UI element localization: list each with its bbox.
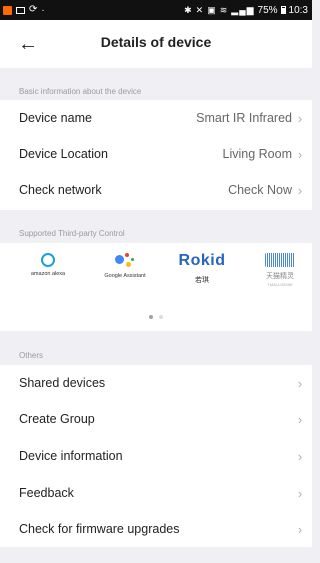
google-assistant-logo-icon bbox=[114, 251, 136, 269]
alexa-logo-icon bbox=[41, 253, 55, 267]
app-notification-icon bbox=[3, 5, 12, 15]
chevron-right-icon: › bbox=[297, 411, 303, 427]
chevron-right-icon: › bbox=[297, 110, 303, 126]
create-group-label: Create Group bbox=[19, 412, 95, 426]
others-group: Shared devices › Create Group › Device i… bbox=[0, 365, 312, 547]
status-bar-right: ✱ ✕ ▣ ≋ ▂▄▆ 75% 10:3 bbox=[184, 5, 308, 16]
check-network-value: Check Now bbox=[228, 183, 292, 197]
dot-icon: · bbox=[41, 4, 45, 16]
third-party-group: amazon alexa Google Assistant Rokid 若琪 天… bbox=[0, 243, 312, 331]
brand-alexa-caption: amazon alexa bbox=[30, 271, 66, 277]
brand-carousel[interactable]: amazon alexa Google Assistant Rokid 若琪 天… bbox=[0, 243, 312, 307]
brand-rokid[interactable]: Rokid 若琪 bbox=[167, 251, 237, 285]
brand-alexa[interactable]: amazon alexa bbox=[13, 251, 83, 277]
pager-dot-active bbox=[149, 315, 153, 319]
wifi-icon: ≋ bbox=[219, 4, 229, 15]
create-group-row[interactable]: Create Group › bbox=[0, 401, 312, 437]
device-name-label: Device name bbox=[19, 111, 92, 125]
check-network-label: Check network bbox=[19, 183, 102, 197]
shared-devices-label: Shared devices bbox=[19, 376, 106, 390]
device-location-row[interactable]: Device Location Living Room › bbox=[0, 136, 312, 172]
feedback-row[interactable]: Feedback › bbox=[0, 475, 312, 511]
chevron-right-icon: › bbox=[297, 375, 303, 391]
page-title: Details of device bbox=[100, 34, 212, 50]
chevron-right-icon: › bbox=[297, 521, 303, 537]
brand-tmall-genie-caption: TMALLGENIE bbox=[267, 282, 293, 287]
brand-google-assistant-caption: Google Assistant bbox=[104, 273, 146, 279]
battery-icon bbox=[280, 6, 286, 14]
nfc-icon: ▣ bbox=[207, 4, 217, 15]
section-label-basic-info: Basic information about the device bbox=[19, 87, 142, 96]
mute-icon: ✕ bbox=[195, 4, 205, 15]
shared-devices-row[interactable]: Shared devices › bbox=[0, 365, 312, 401]
sync-icon: ⟳ bbox=[29, 4, 38, 15]
device-location-value: Living Room bbox=[222, 147, 292, 161]
chevron-right-icon: › bbox=[297, 146, 303, 162]
bluetooth-icon: ✱ bbox=[184, 4, 193, 15]
rokid-logo: Rokid bbox=[178, 252, 226, 269]
device-name-row[interactable]: Device name Smart IR Infrared › bbox=[0, 100, 312, 136]
chevron-right-icon: › bbox=[297, 485, 303, 501]
device-name-value: Smart IR Infrared bbox=[196, 111, 292, 125]
header: ← Details of device bbox=[0, 20, 312, 68]
pager-dot bbox=[159, 315, 163, 319]
device-information-row[interactable]: Device information › bbox=[0, 438, 312, 474]
brand-rokid-caption: 若琪 bbox=[195, 277, 209, 284]
status-bar: ⟳ · ✱ ✕ ▣ ≋ ▂▄▆ 75% 10:3 bbox=[0, 0, 312, 20]
feedback-label: Feedback bbox=[19, 486, 74, 500]
brand-tmall-genie[interactable]: 天猫精灵 TMALLGENIE bbox=[245, 251, 315, 287]
tmall-genie-logo-icon bbox=[265, 253, 295, 267]
check-network-row[interactable]: Check network Check Now › bbox=[0, 172, 312, 208]
device-information-label: Device information bbox=[19, 449, 123, 463]
device-location-label: Device Location bbox=[19, 147, 108, 161]
chevron-right-icon: › bbox=[297, 182, 303, 198]
section-label-others: Others bbox=[19, 351, 44, 360]
battery-percent: 75% bbox=[257, 4, 278, 16]
firmware-upgrade-row[interactable]: Check for firmware upgrades › bbox=[0, 511, 312, 547]
brand-tmall-genie-name: 天猫精灵 bbox=[266, 273, 294, 280]
clock: 10:3 bbox=[288, 4, 308, 16]
chevron-right-icon: › bbox=[297, 448, 303, 464]
firmware-upgrade-label: Check for firmware upgrades bbox=[19, 522, 180, 536]
carousel-pager bbox=[0, 315, 312, 319]
signal-icon: ▂▄▆ bbox=[231, 4, 255, 15]
section-label-third-party: Supported Third-party Control bbox=[19, 229, 125, 238]
image-notification-icon bbox=[16, 6, 25, 14]
status-bar-left: ⟳ · bbox=[3, 5, 45, 16]
basic-info-group: Device name Smart IR Infrared › Device L… bbox=[0, 100, 312, 210]
brand-google-assistant[interactable]: Google Assistant bbox=[90, 251, 160, 279]
